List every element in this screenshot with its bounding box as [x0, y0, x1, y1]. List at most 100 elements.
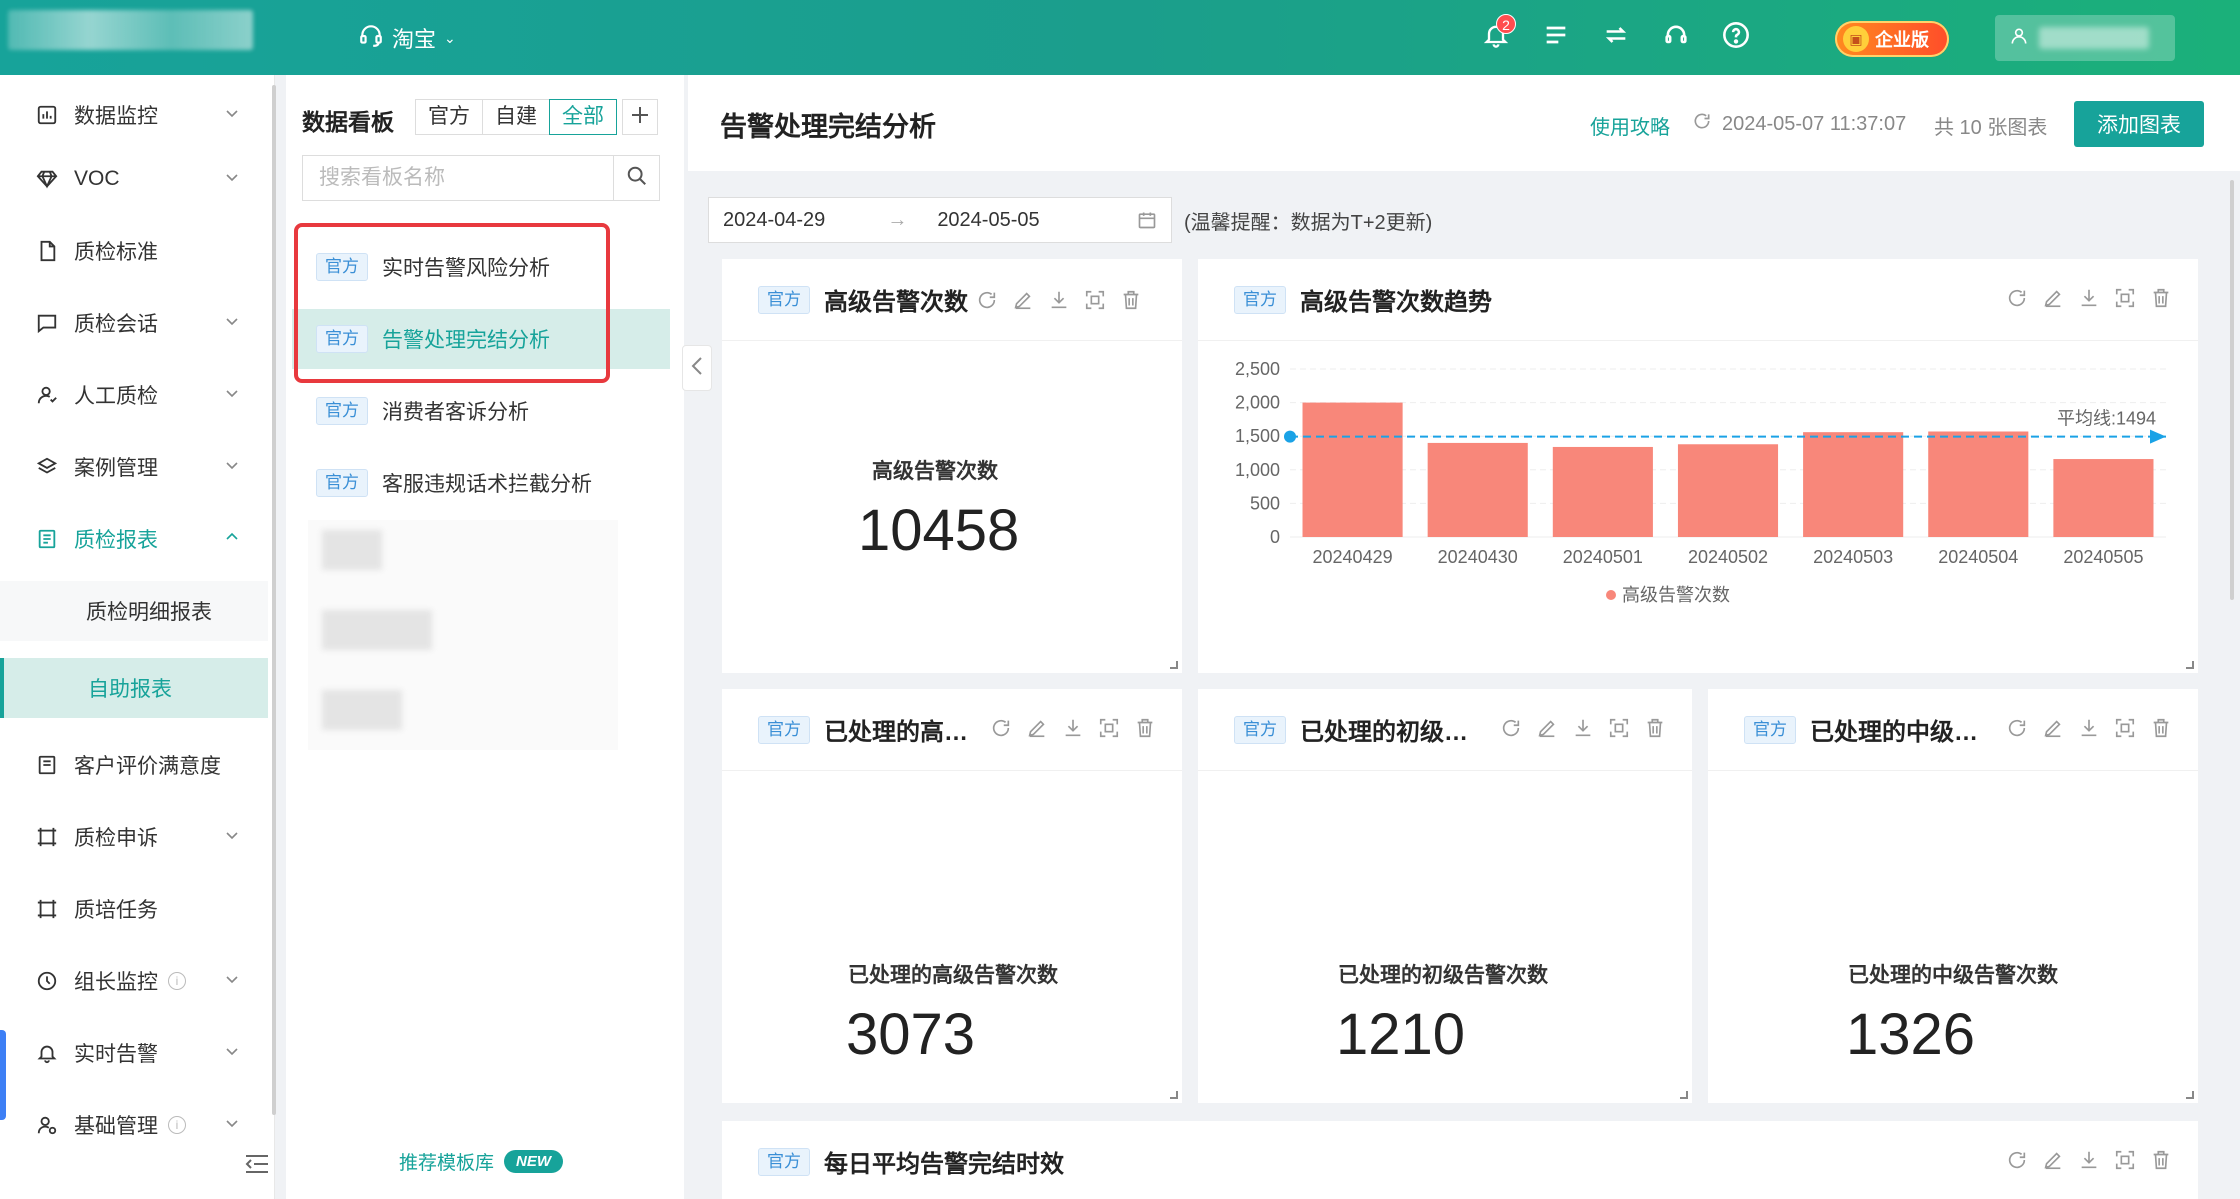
brand-logo	[8, 10, 253, 50]
board-item-label: 客服违规话术拦截分析	[382, 473, 592, 496]
sidebar-item-voc[interactable]: VOC	[0, 147, 268, 211]
date-start[interactable]: 2024-04-29	[723, 209, 825, 232]
resize-handle[interactable]	[1170, 1091, 1178, 1099]
delete-icon[interactable]	[1644, 717, 1666, 739]
resize-handle[interactable]	[1680, 1091, 1688, 1099]
template-library-link[interactable]: 推荐模板库 NEW	[399, 1148, 564, 1175]
fullscreen-icon[interactable]	[2114, 1149, 2136, 1171]
x-tick-label: 20240502	[1688, 547, 1768, 567]
kpi-label: 已处理的中级告警次数	[1848, 964, 2058, 987]
tab-official[interactable]: 官方	[415, 99, 483, 135]
date-range-picker[interactable]: 2024-04-29 → 2024-05-05	[708, 197, 1172, 243]
page-title: 告警处理完结分析	[720, 112, 936, 142]
download-icon[interactable]	[2078, 717, 2100, 739]
refresh-icon[interactable]	[2006, 1149, 2028, 1171]
delete-icon[interactable]	[2150, 287, 2172, 309]
sidebar-item-qa-appeal[interactable]: 质检申诉	[0, 805, 268, 869]
switch-button[interactable]	[1600, 18, 1632, 56]
notification-bell[interactable]: 2	[1480, 14, 1516, 56]
fullscreen-icon[interactable]	[1608, 717, 1630, 739]
tab-custom[interactable]: 自建	[482, 99, 550, 135]
refresh-icon[interactable]	[990, 717, 1012, 739]
official-tag: 官方	[316, 397, 368, 425]
edit-icon[interactable]	[2042, 717, 2064, 739]
board-item-violation-intercept[interactable]: 官方 客服违规话术拦截分析	[292, 453, 670, 513]
sidebar-item-qa-standard[interactable]: 质检标准	[0, 219, 268, 283]
card-tools	[2006, 287, 2172, 309]
download-icon[interactable]	[1062, 717, 1084, 739]
fullscreen-icon[interactable]	[1084, 289, 1106, 311]
sidebar-sub-qa-detail-report[interactable]: 质检明细报表	[0, 581, 268, 641]
board-search-input[interactable]	[303, 156, 613, 200]
fullscreen-icon[interactable]	[1098, 717, 1120, 739]
sidebar-sub-self-service-report[interactable]: 自助报表	[0, 658, 268, 718]
add-board-button[interactable]	[622, 99, 658, 135]
tab-all[interactable]: 全部	[549, 99, 617, 135]
delete-icon[interactable]	[2150, 717, 2172, 739]
floating-assistant-tab[interactable]	[0, 1030, 6, 1120]
filter-bar: 2024-04-29 → 2024-05-05 (温馨提醒：数据为T+2更新)	[708, 197, 1432, 243]
search-button[interactable]	[613, 156, 659, 200]
sidebar-item-manual-qa[interactable]: 人工质检	[0, 363, 268, 427]
sidebar-item-customer-satisfaction[interactable]: 客户评价满意度	[0, 733, 268, 797]
sidebar-item-case-management[interactable]: 案例管理	[0, 435, 268, 499]
resize-handle[interactable]	[2186, 661, 2194, 669]
date-end[interactable]: 2024-05-05	[937, 209, 1039, 232]
add-chart-button[interactable]: 添加图表	[2074, 101, 2204, 147]
fullscreen-icon[interactable]	[2114, 717, 2136, 739]
person-icon	[36, 384, 58, 406]
enterprise-edition-badge[interactable]: ▣ 企业版	[1835, 21, 1949, 57]
sidebar-item-realtime-alert[interactable]: 实时告警	[0, 1021, 268, 1085]
collapse-menu-icon[interactable]	[244, 1153, 270, 1175]
delete-icon[interactable]	[1134, 717, 1156, 739]
card-header: 官方 每日平均告警完结时效	[722, 1121, 2198, 1199]
resize-handle[interactable]	[1170, 661, 1178, 669]
refresh-icon[interactable]	[1500, 717, 1522, 739]
download-icon[interactable]	[1572, 717, 1594, 739]
main-scrollbar[interactable]	[2230, 180, 2234, 600]
download-icon[interactable]	[1048, 289, 1070, 311]
sidebar-item-qa-report[interactable]: 质检报表	[0, 507, 268, 571]
bar	[1803, 432, 1904, 537]
card-title: 已处理的初级…	[1300, 719, 1468, 746]
download-icon[interactable]	[2078, 287, 2100, 309]
info-icon[interactable]: i	[168, 1116, 186, 1134]
refresh-icon[interactable]	[2006, 287, 2028, 309]
user-menu[interactable]	[1995, 15, 2175, 61]
board-item-consumer-complaint[interactable]: 官方 消费者客诉分析	[292, 381, 670, 441]
edit-icon[interactable]	[1026, 717, 1048, 739]
download-icon[interactable]	[2078, 1149, 2100, 1171]
sidebar-item-data-monitor[interactable]: 数据监控	[0, 83, 268, 147]
sidebar-scrollbar[interactable]	[272, 85, 276, 1115]
sidebar-item-team-lead-monitor[interactable]: 组长监控 i	[0, 949, 268, 1013]
info-icon[interactable]: i	[168, 972, 186, 990]
board-item-realtime-risk[interactable]: 官方 实时告警风险分析	[292, 237, 670, 297]
usage-guide-link[interactable]: 使用攻略	[1590, 111, 1670, 140]
board-item-alert-handling[interactable]: 官方 告警处理完结分析	[292, 309, 670, 369]
refresh-icon[interactable]	[2006, 717, 2028, 739]
document-icon	[36, 240, 58, 262]
delete-icon[interactable]	[2150, 1149, 2172, 1171]
resize-handle[interactable]	[2186, 1091, 2194, 1099]
task-list-button[interactable]	[1540, 18, 1572, 56]
sidebar: 数据监控 VOC 质检标准 质检会话 人工质检 案例管理 质检报表 质检明细报表…	[0, 75, 276, 1199]
edit-icon[interactable]	[2042, 287, 2064, 309]
board-search	[302, 155, 660, 201]
edit-icon[interactable]	[2042, 1149, 2064, 1171]
refresh-button[interactable]: 2024-05-07 11:37:07	[1692, 111, 1906, 137]
customer-service-button[interactable]	[1660, 18, 1692, 56]
edit-icon[interactable]	[1536, 717, 1558, 739]
delete-icon[interactable]	[1120, 289, 1142, 311]
sidebar-item-basic-management[interactable]: 基础管理 i	[0, 1093, 268, 1157]
sidebar-item-qa-session[interactable]: 质检会话	[0, 291, 268, 355]
official-tag: 官方	[316, 253, 368, 281]
sidebar-item-training-task[interactable]: 质培任务	[0, 877, 268, 941]
updated-time: 2024-05-07 11:37:07	[1722, 112, 1907, 135]
refresh-icon[interactable]	[976, 289, 998, 311]
chevron-down-icon	[226, 462, 238, 470]
fullscreen-icon[interactable]	[2114, 287, 2136, 309]
shop-switcher[interactable]: 淘宝 ⌄	[358, 22, 456, 54]
chevron-down-icon: ⌄	[444, 29, 456, 46]
edit-icon[interactable]	[1012, 289, 1034, 311]
help-button[interactable]	[1720, 18, 1752, 56]
